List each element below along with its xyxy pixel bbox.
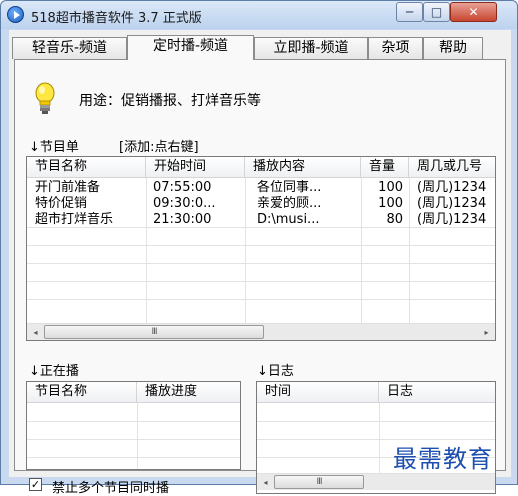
grid-line [27,281,495,282]
column-header-log[interactable]: 日志 [379,382,495,403]
program-list-hscrollbar[interactable]: ◂ III ▸ [27,323,495,340]
tab-scheduled[interactable]: 定时播-频道 [127,35,254,60]
cell-volume: 100 [378,180,403,195]
grid-line [137,403,138,469]
close-button[interactable]: ✕ [450,2,497,22]
program-list-header: 节目名称 开始时间 播放内容 音量 周几或几号 [27,157,495,178]
cell-start: 09:30:0... [153,196,216,211]
tab-help[interactable]: 帮助 [423,37,483,59]
table-row[interactable]: 超市打烊音乐 21:30:00 D:\musi... 80 (周几)1234 [27,212,495,228]
tab-strip: 轻音乐-频道 定时播-频道 立即播-频道 杂项 帮助 [9,35,511,60]
column-header-content[interactable]: 播放内容 [245,157,361,178]
window-title: 518超市播音软件 3.7 正式版 [31,11,202,26]
tab-panel-scheduled: 用途：促销播报、打烊音乐等 ↓节目单 [添加:点右键] 节目名称 开始时间 播放… [14,59,506,496]
grid-line [27,263,495,264]
cell-start: 07:55:00 [153,180,212,195]
purpose-text: 用途：促销播报、打烊音乐等 [79,93,261,109]
cell-volume: 80 [386,212,403,227]
cell-content: D:\musi... [257,212,320,227]
now-playing-list[interactable]: 节目名称 播放进度 [26,381,241,470]
title-bar[interactable]: 518超市播音软件 3.7 正式版 ─ □ ✕ [1,1,517,29]
minimize-button[interactable]: ─ [396,2,423,22]
cell-start: 21:30:00 [153,212,212,227]
main-window: 518超市播音软件 3.7 正式版 ─ □ ✕ 轻音乐-频道 定时播-频道 立即… [0,0,518,496]
scroll-thumb[interactable]: III [44,325,264,339]
scroll-right-arrow[interactable]: ▸ [478,324,495,340]
grid-line [27,299,495,300]
cell-content: 各位同事... [257,180,322,195]
column-header-name[interactable]: 节目名称 [27,157,146,178]
tab-misc[interactable]: 杂项 [368,37,423,59]
cell-name: 开门前准备 [35,180,101,195]
grid-line [27,457,240,458]
cell-volume: 100 [378,196,403,211]
cell-name: 特价促销 [35,196,88,211]
program-list-label: ↓节目单 [29,140,79,155]
cell-days: (周几)1234 [417,180,487,195]
grid-line [27,439,240,440]
scroll-left-arrow[interactable]: ◂ [257,474,274,491]
table-row[interactable]: 特价促销 09:30:0... 亲爱的顾... 100 (周几)1234 [27,196,495,212]
log-header: 时间 日志 [257,382,495,403]
cell-content: 亲爱的顾... [257,196,322,211]
column-header-time[interactable]: 时间 [257,382,379,403]
log-list[interactable]: 时间 日志 ◂ III [256,381,496,494]
column-header-volume[interactable]: 音量 [361,157,409,178]
program-list[interactable]: 节目名称 开始时间 播放内容 音量 周几或几号 开门前准备 07:55:00 各… [26,156,496,341]
grid-line [379,403,380,473]
add-hint-text: [添加:点右键] [119,140,199,155]
app-icon [7,6,24,23]
lightbulb-icon [35,82,55,114]
now-playing-header: 节目名称 播放进度 [27,382,240,403]
no-simultaneous-label[interactable]: 禁止多个节目同时播 [52,477,169,496]
log-label: ↓日志 [257,364,294,379]
table-row[interactable]: 开门前准备 07:55:00 各位同事... 100 (周几)1234 [27,180,495,196]
log-hscrollbar[interactable]: ◂ III [257,473,495,490]
grid-line [27,421,240,422]
grid-line [27,245,495,246]
tab-light-music[interactable]: 轻音乐-频道 [12,37,127,59]
column-header-progress[interactable]: 播放进度 [137,382,240,403]
cell-days: (周几)1234 [417,196,487,211]
watermark-text: 最需教育 [393,445,493,473]
column-header-name[interactable]: 节目名称 [27,382,137,403]
tab-instant[interactable]: 立即播-频道 [254,37,368,59]
maximize-button[interactable]: □ [423,2,450,22]
cell-days: (周几)1234 [417,212,487,227]
cell-name: 超市打烊音乐 [35,212,114,227]
column-header-days[interactable]: 周几或几号 [409,157,495,178]
scroll-thumb[interactable]: III [274,475,364,489]
column-header-start[interactable]: 开始时间 [146,157,245,178]
now-playing-label: ↓正在播 [29,364,79,379]
scroll-left-arrow[interactable]: ◂ [27,324,44,340]
grid-line [257,421,495,422]
client-area: 轻音乐-频道 定时播-频道 立即播-频道 杂项 帮助 用途：促销播报、打烊音乐等… [9,30,511,496]
